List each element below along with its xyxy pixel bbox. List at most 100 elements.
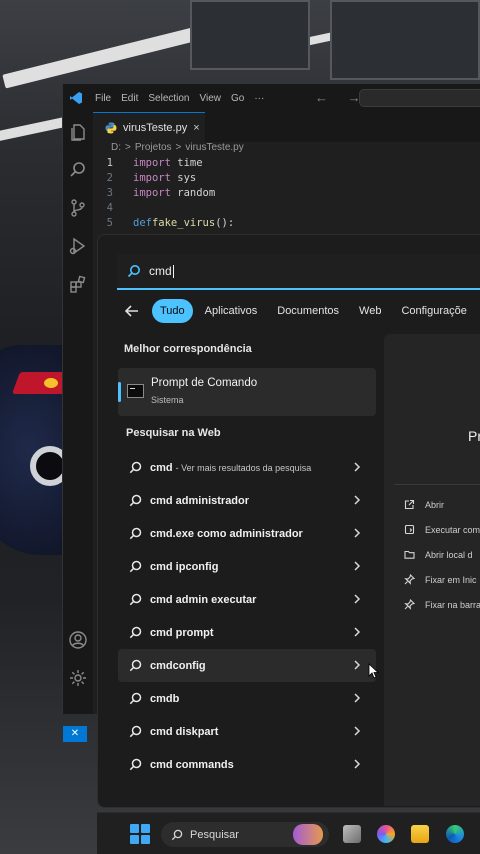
chevron-right-icon[interactable]	[352, 725, 362, 737]
search-icon	[129, 593, 142, 606]
back-arrow-icon[interactable]	[122, 301, 142, 321]
query-match: cmd	[150, 725, 173, 738]
file-explorer-icon[interactable]	[411, 825, 429, 843]
query-match: cmd	[150, 659, 173, 672]
query-suffix: administrador	[172, 494, 250, 507]
mouse-pointer-icon	[368, 663, 379, 679]
chevron-right-icon[interactable]	[352, 527, 362, 539]
search-icon	[129, 659, 142, 672]
breadcrumb-file[interactable]: virusTeste.py	[185, 142, 243, 153]
open-icon	[404, 499, 415, 510]
command-center[interactable]	[359, 89, 480, 107]
breadcrumb-drive[interactable]: D:	[111, 142, 121, 153]
explorer-icon[interactable]	[68, 122, 88, 142]
vscode-titlebar: File Edit Selection View Go ··· ← →	[63, 84, 480, 112]
search-input[interactable]: cmd	[117, 254, 480, 290]
function-name: fake_virus	[151, 217, 216, 229]
task-view-icon[interactable]	[343, 825, 361, 843]
search-query: cmd	[149, 264, 172, 278]
action-pin-taskbar[interactable]: Fixar na barra	[404, 598, 480, 610]
web-result-item[interactable]: cmd commands	[118, 748, 376, 781]
best-match-result[interactable]: Prompt de Comando Sistema	[118, 368, 376, 416]
web-result-item[interactable]: cmd administrador	[118, 484, 376, 517]
action-open-location[interactable]: Abrir local d	[404, 549, 473, 560]
web-result-item[interactable]: cmd admin executar	[118, 583, 376, 616]
query-match: cmd	[150, 626, 173, 639]
search-icon	[129, 560, 142, 573]
copilot-icon[interactable]	[377, 825, 395, 843]
start-search-panel: cmd Tudo Aplicativos Documentos Web Conf…	[97, 234, 480, 808]
menu-more[interactable]: ···	[254, 93, 264, 104]
query-match: cmd	[150, 494, 173, 507]
web-result-text: cmd admin executar	[150, 594, 259, 606]
tab-close-icon[interactable]: ×	[193, 122, 199, 134]
breadcrumb-separator: >	[125, 142, 131, 153]
web-result-text: cmd commands	[150, 759, 237, 771]
filter-web[interactable]: Web	[351, 299, 389, 323]
run-debug-icon[interactable]	[68, 236, 88, 256]
menu-edit[interactable]: Edit	[121, 93, 138, 104]
web-result-text: cmd administrador	[150, 495, 252, 507]
web-result-item[interactable]: cmdb	[118, 682, 376, 715]
command-prompt-icon	[127, 384, 144, 398]
tab-virusteste[interactable]: virusTeste.py ×	[93, 112, 205, 142]
code-editor[interactable]: 1 import time 2 import sys 3 import rand…	[93, 156, 480, 231]
taskbar: Pesquisar	[97, 812, 480, 854]
web-search-heading: Pesquisar na Web	[126, 427, 221, 439]
chevron-right-icon[interactable]	[352, 692, 362, 704]
code-text: random	[170, 187, 216, 199]
chevron-right-icon[interactable]	[352, 758, 362, 770]
edge-browser-icon[interactable]	[446, 825, 464, 843]
search-icon	[129, 626, 142, 639]
query-match: cmd	[150, 527, 173, 540]
search-icon[interactable]	[68, 160, 88, 180]
code-text: sys	[170, 172, 197, 184]
chevron-right-icon[interactable]	[352, 659, 362, 671]
web-result-item[interactable]: cmdconfig	[118, 649, 376, 682]
source-control-icon[interactable]	[68, 198, 88, 218]
remote-indicator-icon[interactable]: ✕	[63, 726, 87, 742]
menu-view[interactable]: View	[200, 93, 222, 104]
search-icon	[171, 829, 183, 840]
action-label: Abrir	[425, 499, 445, 510]
search-icon	[129, 725, 142, 738]
windows-start-icon[interactable]	[130, 824, 150, 844]
chevron-right-icon[interactable]	[352, 560, 362, 572]
keyword: import	[133, 187, 171, 199]
web-result-item[interactable]: cmd - Ver mais resultados da pesquisa	[118, 451, 376, 484]
action-pin-start[interactable]: Fixar em Inic	[404, 573, 477, 585]
web-result-item[interactable]: cmd diskpart	[118, 715, 376, 748]
keyword: def	[133, 217, 152, 229]
filter-documentos[interactable]: Documentos	[269, 299, 347, 323]
web-results-list: cmd - Ver mais resultados da pesquisa cmd …	[118, 451, 376, 781]
menu-file[interactable]: File	[95, 93, 111, 104]
search-icon	[129, 692, 142, 705]
settings-gear-icon[interactable]	[68, 668, 88, 688]
keyword: import	[133, 172, 171, 184]
action-open[interactable]: Abrir	[404, 499, 444, 510]
detail-title: Pr	[468, 428, 480, 444]
filter-tudo[interactable]: Tudo	[152, 299, 193, 323]
query-match: cmd	[150, 692, 173, 705]
filter-aplicativos[interactable]: Aplicativos	[197, 299, 266, 323]
chevron-right-icon[interactable]	[352, 593, 362, 605]
search-icon	[129, 527, 142, 540]
web-result-item[interactable]: cmd prompt	[118, 616, 376, 649]
filter-configuracoes[interactable]: Configuraçõe	[393, 299, 474, 323]
taskbar-search-box[interactable]: Pesquisar	[161, 822, 329, 847]
menu-selection[interactable]: Selection	[148, 93, 189, 104]
chevron-right-icon[interactable]	[352, 626, 362, 638]
chevron-right-icon[interactable]	[352, 461, 362, 473]
web-result-item[interactable]: cmd.exe como administrador	[118, 517, 376, 550]
extensions-icon[interactable]	[68, 274, 88, 294]
search-filters: Tudo Aplicativos Documentos Web Configur…	[122, 299, 479, 323]
menu-go[interactable]: Go	[231, 93, 244, 104]
account-icon[interactable]	[68, 630, 88, 650]
query-subtitle: - Ver mais resultados da pesquisa	[175, 462, 312, 473]
breadcrumb-folder[interactable]: Projetos	[135, 142, 172, 153]
web-result-item[interactable]: cmd ipconfig	[118, 550, 376, 583]
pin-icon	[404, 598, 416, 610]
search-icon	[127, 265, 140, 278]
action-run-as-admin[interactable]: Executar com	[404, 524, 480, 535]
chevron-right-icon[interactable]	[352, 494, 362, 506]
